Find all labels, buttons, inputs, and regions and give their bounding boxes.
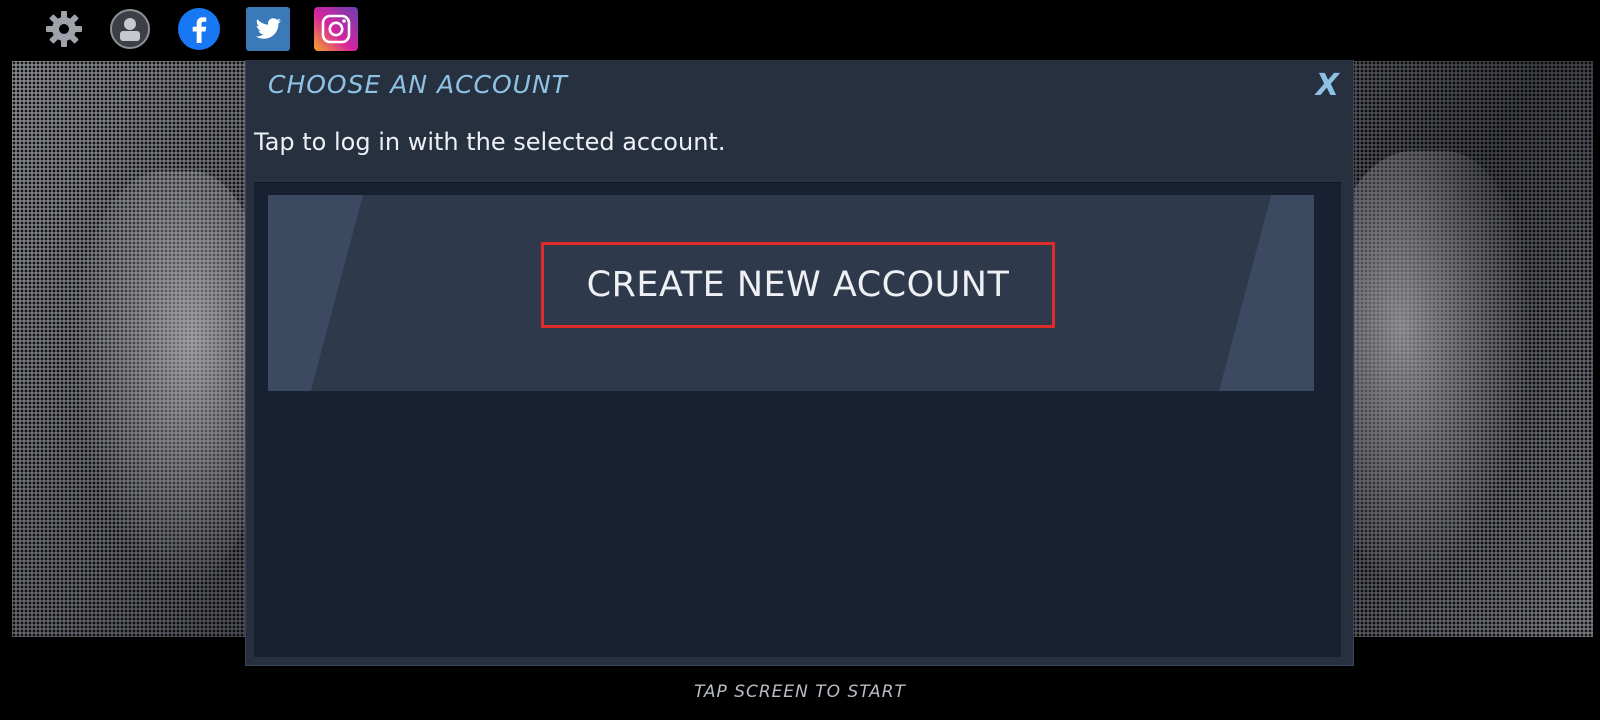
create-new-account-label: CREATE NEW ACCOUNT: [586, 265, 1010, 305]
game-screen[interactable]: CHOOSE AN ACCOUNT X Tap to log in with t…: [0, 0, 1600, 720]
close-button[interactable]: X: [1316, 68, 1339, 103]
dialog-instructions: Tap to log in with the selected account.: [254, 128, 726, 156]
tap-to-start-label[interactable]: TAP SCREEN TO START: [0, 682, 1600, 702]
highlight-box: CREATE NEW ACCOUNT: [541, 242, 1055, 328]
create-new-account-button[interactable]: CREATE NEW ACCOUNT: [268, 195, 1314, 391]
settings-gear-icon[interactable]: [42, 7, 86, 51]
instagram-icon[interactable]: [314, 7, 358, 51]
facebook-icon[interactable]: [177, 7, 221, 51]
account-list[interactable]: CREATE NEW ACCOUNT: [254, 182, 1341, 657]
card-stripe-right: [1219, 195, 1314, 391]
card-stripe-left: [268, 195, 363, 391]
top-icon-bar: [0, 0, 1600, 60]
twitter-icon[interactable]: [246, 7, 290, 51]
profile-icon[interactable]: [108, 7, 152, 51]
dialog-title: CHOOSE AN ACCOUNT: [268, 70, 568, 99]
background-face-left: [72, 171, 272, 591]
choose-account-dialog: CHOOSE AN ACCOUNT X Tap to log in with t…: [245, 59, 1354, 666]
